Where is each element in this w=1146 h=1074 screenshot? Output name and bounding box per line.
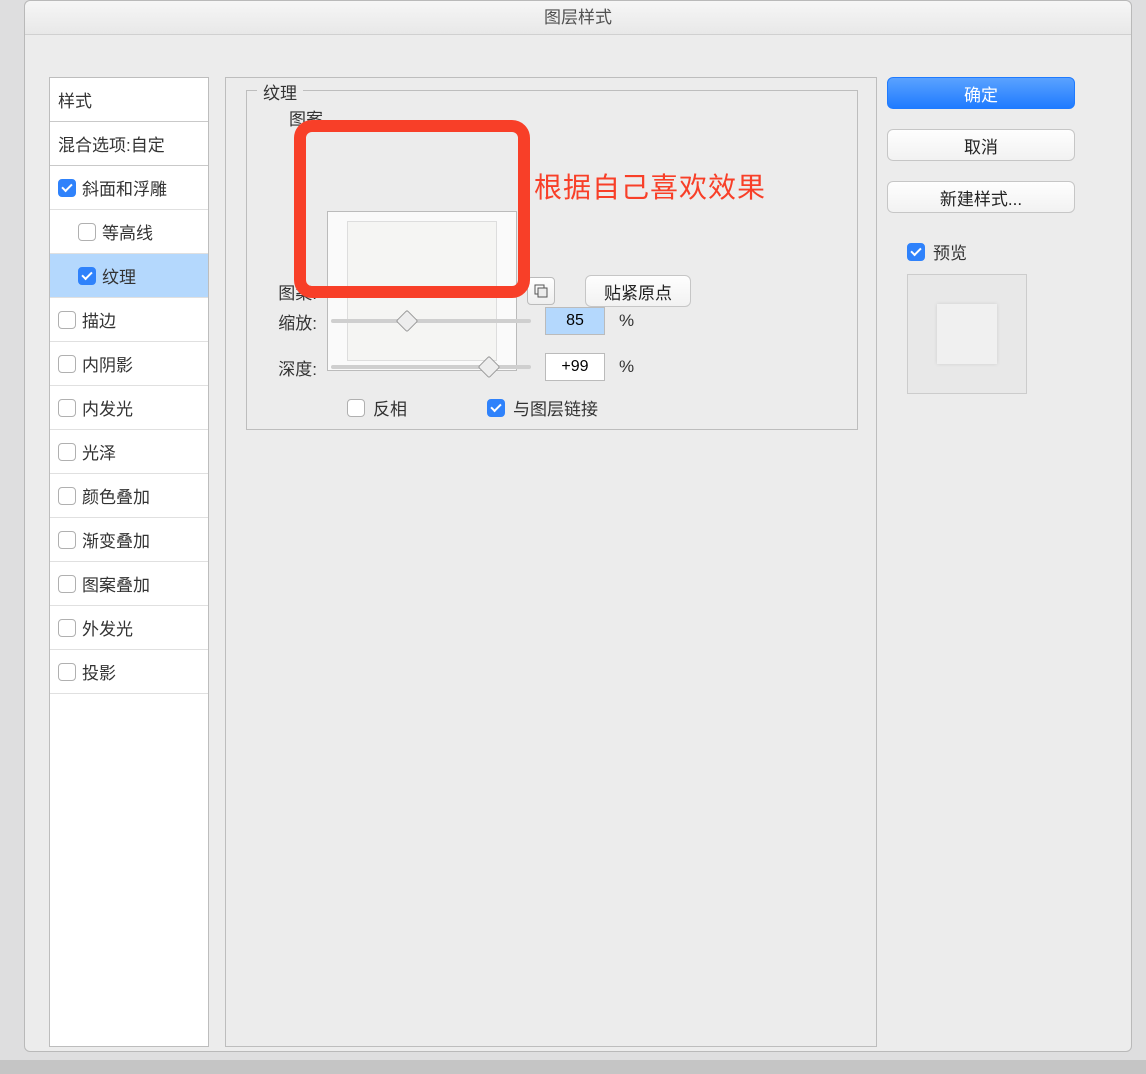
depth-unit: % [619, 357, 634, 377]
label-drop-shadow: 投影 [82, 659, 116, 684]
link-with-layer-label: 与图层链接 [513, 395, 598, 420]
pattern-dropdown-arrow-icon: ▾ [494, 279, 504, 304]
dialog-right-column: 确定 取消 新建样式... 预览 [887, 77, 1107, 394]
checkbox-texture[interactable] [78, 267, 96, 285]
depth-label: 深度: [267, 355, 317, 380]
label-contour: 等高线 [102, 219, 153, 244]
label-gradient-overlay: 渐变叠加 [82, 527, 150, 552]
texture-groupbox: 纹理 图案 图案: ▾ 贴紧原点 缩放: [246, 90, 858, 430]
checkbox-drop-shadow[interactable] [58, 663, 76, 681]
depth-input[interactable]: +99 [545, 353, 605, 381]
label-texture: 纹理 [102, 263, 136, 288]
scale-label: 缩放: [267, 309, 317, 334]
pattern-label: 图案: [267, 279, 317, 304]
label-color-overlay: 颜色叠加 [82, 483, 150, 508]
label-outer-glow: 外发光 [82, 615, 133, 640]
depth-slider[interactable] [331, 357, 531, 377]
sidebar-blending-label: 混合选项:自定 [58, 131, 165, 156]
label-satin: 光泽 [82, 439, 116, 464]
sidebar-item-satin[interactable]: 光泽 [50, 430, 208, 474]
sidebar-item-color-overlay[interactable]: 颜色叠加 [50, 474, 208, 518]
checkbox-stroke[interactable] [58, 311, 76, 329]
sidebar-item-stroke[interactable]: 描边 [50, 298, 208, 342]
pattern-picker[interactable]: ▾ [327, 211, 517, 371]
sidebar-item-gradient-overlay[interactable]: 渐变叠加 [50, 518, 208, 562]
sidebar-item-inner-glow[interactable]: 内发光 [50, 386, 208, 430]
window-content: 样式 混合选项:自定 斜面和浮雕 等高线 纹理 描边 [25, 35, 1131, 1051]
label-pattern-overlay: 图案叠加 [82, 571, 150, 596]
checkbox-inner-shadow[interactable] [58, 355, 76, 373]
texture-settings-panel: 纹理 图案 图案: ▾ 贴紧原点 缩放: [225, 77, 877, 1047]
bottom-shadow [0, 1060, 1146, 1074]
styles-sidebar: 样式 混合选项:自定 斜面和浮雕 等高线 纹理 描边 [49, 77, 209, 1047]
label-stroke: 描边 [82, 307, 116, 332]
sidebar-item-texture[interactable]: 纹理 [50, 254, 208, 298]
layer-style-window: 图层样式 样式 混合选项:自定 斜面和浮雕 等高线 纹理 [24, 0, 1132, 1052]
checkbox-inner-glow[interactable] [58, 399, 76, 417]
sidebar-styles-header[interactable]: 样式 [50, 78, 208, 122]
invert-checkbox[interactable] [347, 399, 365, 417]
window-title: 图层样式 [25, 1, 1131, 35]
label-inner-shadow: 内阴影 [82, 351, 133, 376]
pattern-new-preset-button[interactable] [527, 277, 555, 305]
sidebar-item-drop-shadow[interactable]: 投影 [50, 650, 208, 694]
texture-group-title: 纹理 [257, 79, 303, 104]
scale-slider[interactable] [331, 311, 531, 331]
new-style-button[interactable]: 新建样式... [887, 181, 1075, 213]
sidebar-styles-label: 样式 [58, 87, 92, 112]
label-bevel-emboss: 斜面和浮雕 [82, 175, 167, 200]
sidebar-item-pattern-overlay[interactable]: 图案叠加 [50, 562, 208, 606]
preview-thumbnail [907, 274, 1027, 394]
preview-checkbox[interactable] [907, 243, 925, 261]
annotation-text: 根据自己喜欢效果 [534, 166, 766, 206]
label-inner-glow: 内发光 [82, 395, 133, 420]
new-preset-icon [534, 284, 548, 298]
checkbox-outer-glow[interactable] [58, 619, 76, 637]
checkbox-satin[interactable] [58, 443, 76, 461]
scale-input[interactable]: 85 [545, 307, 605, 335]
checkbox-pattern-overlay[interactable] [58, 575, 76, 593]
cancel-button[interactable]: 取消 [887, 129, 1075, 161]
sidebar-item-contour[interactable]: 等高线 [50, 210, 208, 254]
invert-label: 反相 [373, 395, 407, 420]
scale-unit: % [619, 311, 634, 331]
checkbox-bevel-emboss[interactable] [58, 179, 76, 197]
sidebar-item-bevel-emboss[interactable]: 斜面和浮雕 [50, 166, 208, 210]
sidebar-item-outer-glow[interactable]: 外发光 [50, 606, 208, 650]
link-with-layer-checkbox[interactable] [487, 399, 505, 417]
checkbox-gradient-overlay[interactable] [58, 531, 76, 549]
preview-shape-icon [937, 304, 997, 364]
sidebar-item-inner-shadow[interactable]: 内阴影 [50, 342, 208, 386]
sidebar-blending-options[interactable]: 混合选项:自定 [50, 122, 208, 166]
preview-label: 预览 [933, 239, 967, 264]
checkbox-color-overlay[interactable] [58, 487, 76, 505]
pattern-subgroup-title: 图案 [283, 105, 329, 130]
snap-to-origin-button[interactable]: 贴紧原点 [585, 275, 691, 307]
ok-button[interactable]: 确定 [887, 77, 1075, 109]
checkbox-contour[interactable] [78, 223, 96, 241]
